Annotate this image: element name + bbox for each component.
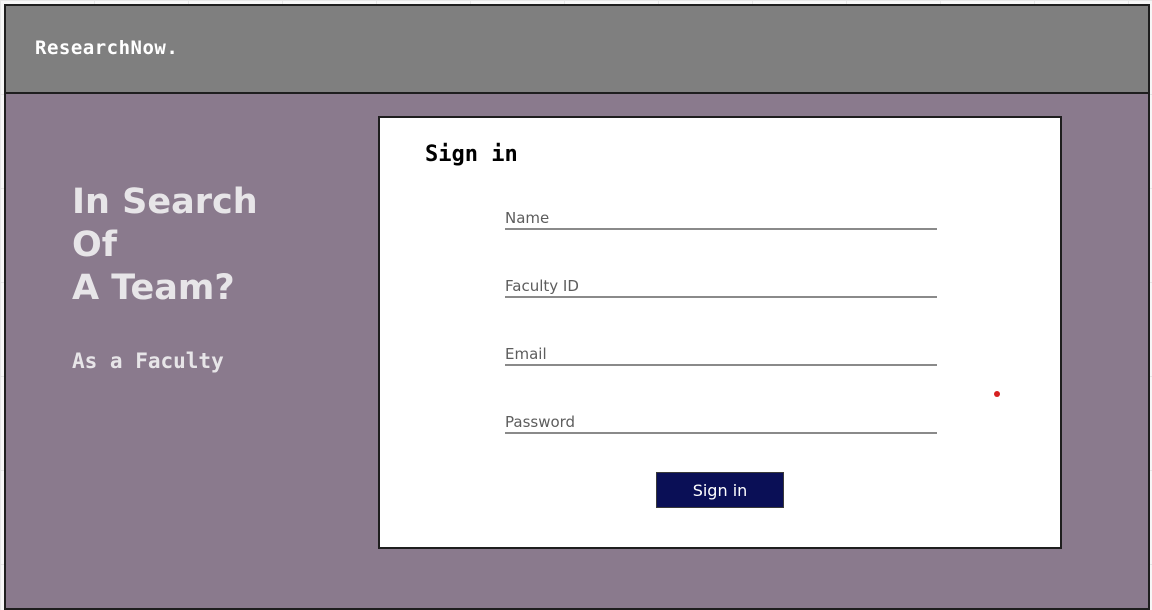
cursor-marker	[994, 391, 1000, 397]
hero-subtitle: As a Faculty	[72, 349, 224, 373]
signin-button[interactable]: Sign in	[656, 472, 784, 508]
header-bar: ResearchNow.	[6, 6, 1148, 94]
password-field[interactable]: Password	[505, 406, 937, 434]
app-frame: ResearchNow. In Search Of A Team? As a F…	[4, 4, 1150, 610]
signin-title: Sign in	[425, 142, 518, 167]
logo[interactable]: ResearchNow.	[35, 37, 178, 59]
email-field-label: Email	[505, 345, 547, 363]
hero-line: In Search	[72, 182, 258, 222]
faculty-id-field[interactable]: Faculty ID	[505, 270, 937, 298]
name-field-label: Name	[505, 209, 550, 227]
hero-heading: In Search Of A Team?	[72, 181, 352, 310]
email-field[interactable]: Email	[505, 338, 937, 366]
password-field-label: Password	[505, 413, 576, 431]
hero-line: A Team?	[72, 268, 235, 308]
name-field[interactable]: Name	[505, 202, 937, 230]
signin-card: Sign in Name Faculty ID Email Password S…	[378, 116, 1062, 549]
hero-line: Of	[72, 225, 117, 265]
faculty-id-field-label: Faculty ID	[505, 277, 579, 295]
